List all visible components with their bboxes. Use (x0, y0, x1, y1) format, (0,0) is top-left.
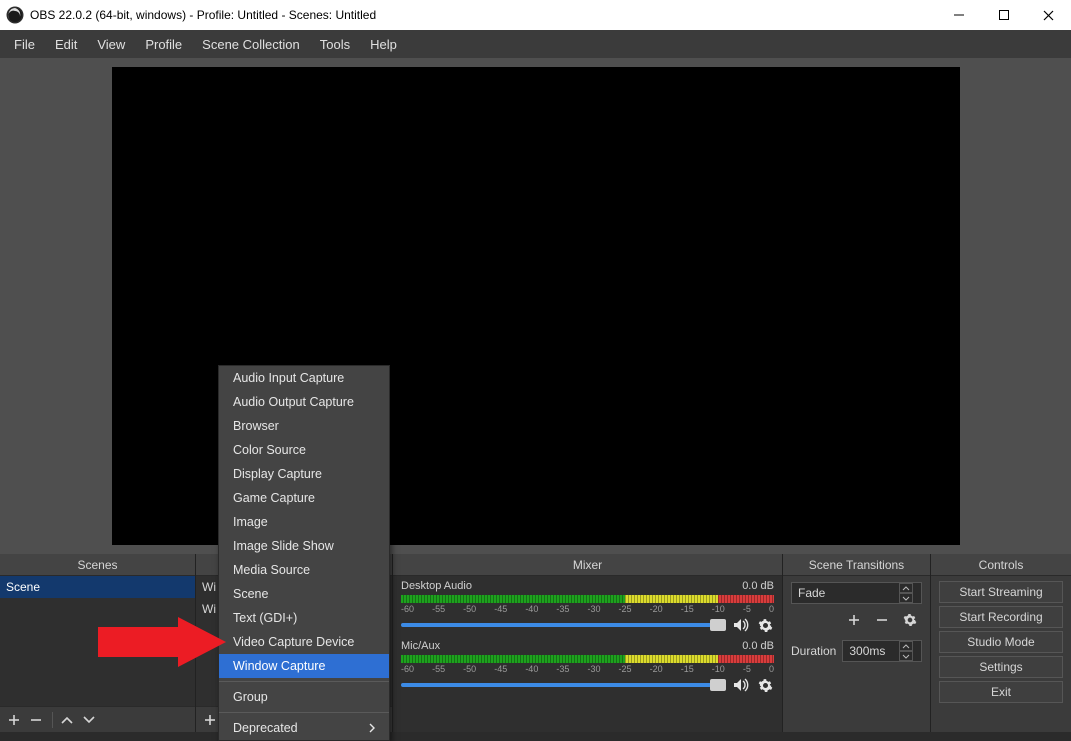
ctx-window-capture[interactable]: Window Capture (219, 654, 389, 678)
mixer-ticks: -60-55-50-45-40-35-30-25-20-15-10-50 (401, 604, 774, 614)
mixer-channel-name: Mic/Aux (401, 640, 440, 652)
controls-body: Start Streaming Start Recording Studio M… (931, 576, 1071, 732)
chevron-right-icon (369, 723, 375, 733)
ctx-text-gdi[interactable]: Text (GDI+) (219, 606, 389, 630)
toolbar-separator (52, 712, 53, 728)
mixer-channel-name: Desktop Audio (401, 580, 472, 592)
ctx-image-slide-show[interactable]: Image Slide Show (219, 534, 389, 558)
remove-transition-button[interactable] (872, 610, 892, 630)
mixer-meter (401, 595, 774, 603)
exit-button[interactable]: Exit (939, 681, 1063, 703)
mixer-volume-slider[interactable] (401, 683, 726, 687)
ctx-separator (219, 681, 389, 682)
speaker-icon[interactable] (732, 616, 750, 634)
add-scene-button[interactable] (4, 710, 24, 730)
transitions-body: Fade Duration 300ms (783, 576, 930, 732)
duration-spin[interactable] (899, 641, 915, 661)
transition-spin[interactable] (899, 583, 915, 603)
menu-file[interactable]: File (4, 33, 45, 56)
ctx-game-capture[interactable]: Game Capture (219, 486, 389, 510)
menu-help[interactable]: Help (360, 33, 407, 56)
duration-value: 300ms (849, 644, 885, 658)
chevron-down-icon (899, 593, 913, 603)
ctx-media-source[interactable]: Media Source (219, 558, 389, 582)
ctx-group[interactable]: Group (219, 685, 389, 709)
mixer-volume-slider[interactable] (401, 623, 726, 627)
menu-tools[interactable]: Tools (310, 33, 360, 56)
preview-area (0, 58, 1071, 554)
ctx-browser[interactable]: Browser (219, 414, 389, 438)
scene-down-button[interactable] (79, 710, 99, 730)
menu-view[interactable]: View (87, 33, 135, 56)
gear-icon[interactable] (756, 676, 774, 694)
obs-logo-icon (6, 6, 24, 24)
controls-header: Controls (931, 554, 1071, 576)
mixer-meter (401, 655, 774, 663)
mixer-header: Mixer (393, 554, 782, 576)
minimize-button[interactable] (936, 0, 981, 30)
mixer-channel-db: 0.0 dB (742, 640, 774, 652)
chevron-up-icon (899, 641, 913, 651)
speaker-icon[interactable] (732, 676, 750, 694)
start-streaming-button[interactable]: Start Streaming (939, 581, 1063, 603)
transitions-header: Scene Transitions (783, 554, 930, 576)
menu-edit[interactable]: Edit (45, 33, 87, 56)
mixer-channel-desktop-audio: Desktop Audio 0.0 dB -60-55-50-45-40-35-… (393, 576, 782, 636)
add-source-context-menu: Audio Input Capture Audio Output Capture… (218, 365, 390, 741)
add-transition-button[interactable] (844, 610, 864, 630)
ctx-deprecated[interactable]: Deprecated (219, 716, 389, 740)
ctx-image[interactable]: Image (219, 510, 389, 534)
settings-button[interactable]: Settings (939, 656, 1063, 678)
duration-input[interactable]: 300ms (842, 640, 922, 662)
mixer-body: Desktop Audio 0.0 dB -60-55-50-45-40-35-… (393, 576, 782, 732)
transition-select[interactable]: Fade (791, 582, 922, 604)
transition-settings-button[interactable] (900, 610, 920, 630)
ctx-display-capture[interactable]: Display Capture (219, 462, 389, 486)
mixer-channel-mic-aux: Mic/Aux 0.0 dB -60-55-50-45-40-35-30-25-… (393, 636, 782, 696)
mixer-channel-db: 0.0 dB (742, 580, 774, 592)
studio-mode-button[interactable]: Studio Mode (939, 631, 1063, 653)
transition-selected: Fade (798, 586, 825, 600)
ctx-color-source[interactable]: Color Source (219, 438, 389, 462)
menubar: File Edit View Profile Scene Collection … (0, 30, 1071, 58)
scenes-header: Scenes (0, 554, 195, 576)
ctx-deprecated-label: Deprecated (233, 721, 298, 735)
controls-dock: Controls Start Streaming Start Recording… (931, 554, 1071, 732)
ctx-scene[interactable]: Scene (219, 582, 389, 606)
chevron-up-icon (899, 583, 913, 593)
duration-label: Duration (791, 644, 836, 658)
remove-scene-button[interactable] (26, 710, 46, 730)
add-source-button[interactable] (200, 710, 220, 730)
annotation-arrow-icon (98, 617, 228, 670)
menu-scene-collection[interactable]: Scene Collection (192, 33, 310, 56)
ctx-audio-input-capture[interactable]: Audio Input Capture (219, 366, 389, 390)
scenes-toolbar (0, 706, 195, 732)
scene-up-button[interactable] (57, 710, 77, 730)
mixer-dock: Mixer Desktop Audio 0.0 dB -60-55-50-45-… (393, 554, 783, 732)
start-recording-button[interactable]: Start Recording (939, 606, 1063, 628)
window-title: OBS 22.0.2 (64-bit, windows) - Profile: … (30, 8, 936, 22)
ctx-audio-output-capture[interactable]: Audio Output Capture (219, 390, 389, 414)
gear-icon[interactable] (756, 616, 774, 634)
scene-item[interactable]: Scene (0, 576, 195, 598)
maximize-button[interactable] (981, 0, 1026, 30)
titlebar: OBS 22.0.2 (64-bit, windows) - Profile: … (0, 0, 1071, 30)
menu-profile[interactable]: Profile (135, 33, 192, 56)
transitions-dock: Scene Transitions Fade Duration (783, 554, 931, 732)
chevron-down-icon (899, 651, 913, 661)
ctx-separator (219, 712, 389, 713)
close-button[interactable] (1026, 0, 1071, 30)
ctx-video-capture-device[interactable]: Video Capture Device (219, 630, 389, 654)
mixer-ticks: -60-55-50-45-40-35-30-25-20-15-10-50 (401, 664, 774, 674)
